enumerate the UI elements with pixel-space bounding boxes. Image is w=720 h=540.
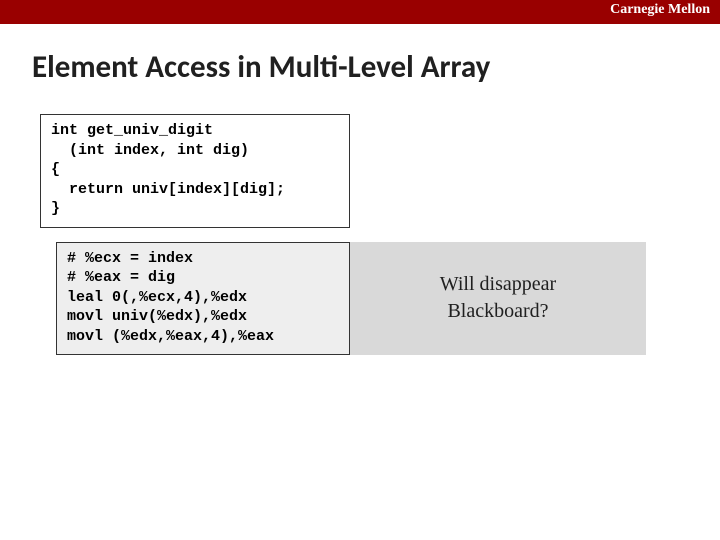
lower-row: # %ecx = index # %eax = dig leal 0(,%ecx… [56,242,720,356]
callout-line-2: Blackboard? [447,298,548,325]
callout-text: Will disappear Blackboard? [350,242,646,356]
header-bar: Carnegie Mellon [0,0,720,24]
asm-code-block: # %ecx = index # %eax = dig leal 0(,%ecx… [56,242,350,356]
c-code-block: int get_univ_digit (int index, int dig) … [40,114,350,228]
slide-title: Element Access in Multi-Level Array [32,48,720,86]
callout-line-1: Will disappear [440,271,556,298]
callout-background: # %ecx = index # %eax = dig leal 0(,%ecx… [56,242,646,356]
brand-text: Carnegie Mellon [610,2,710,18]
